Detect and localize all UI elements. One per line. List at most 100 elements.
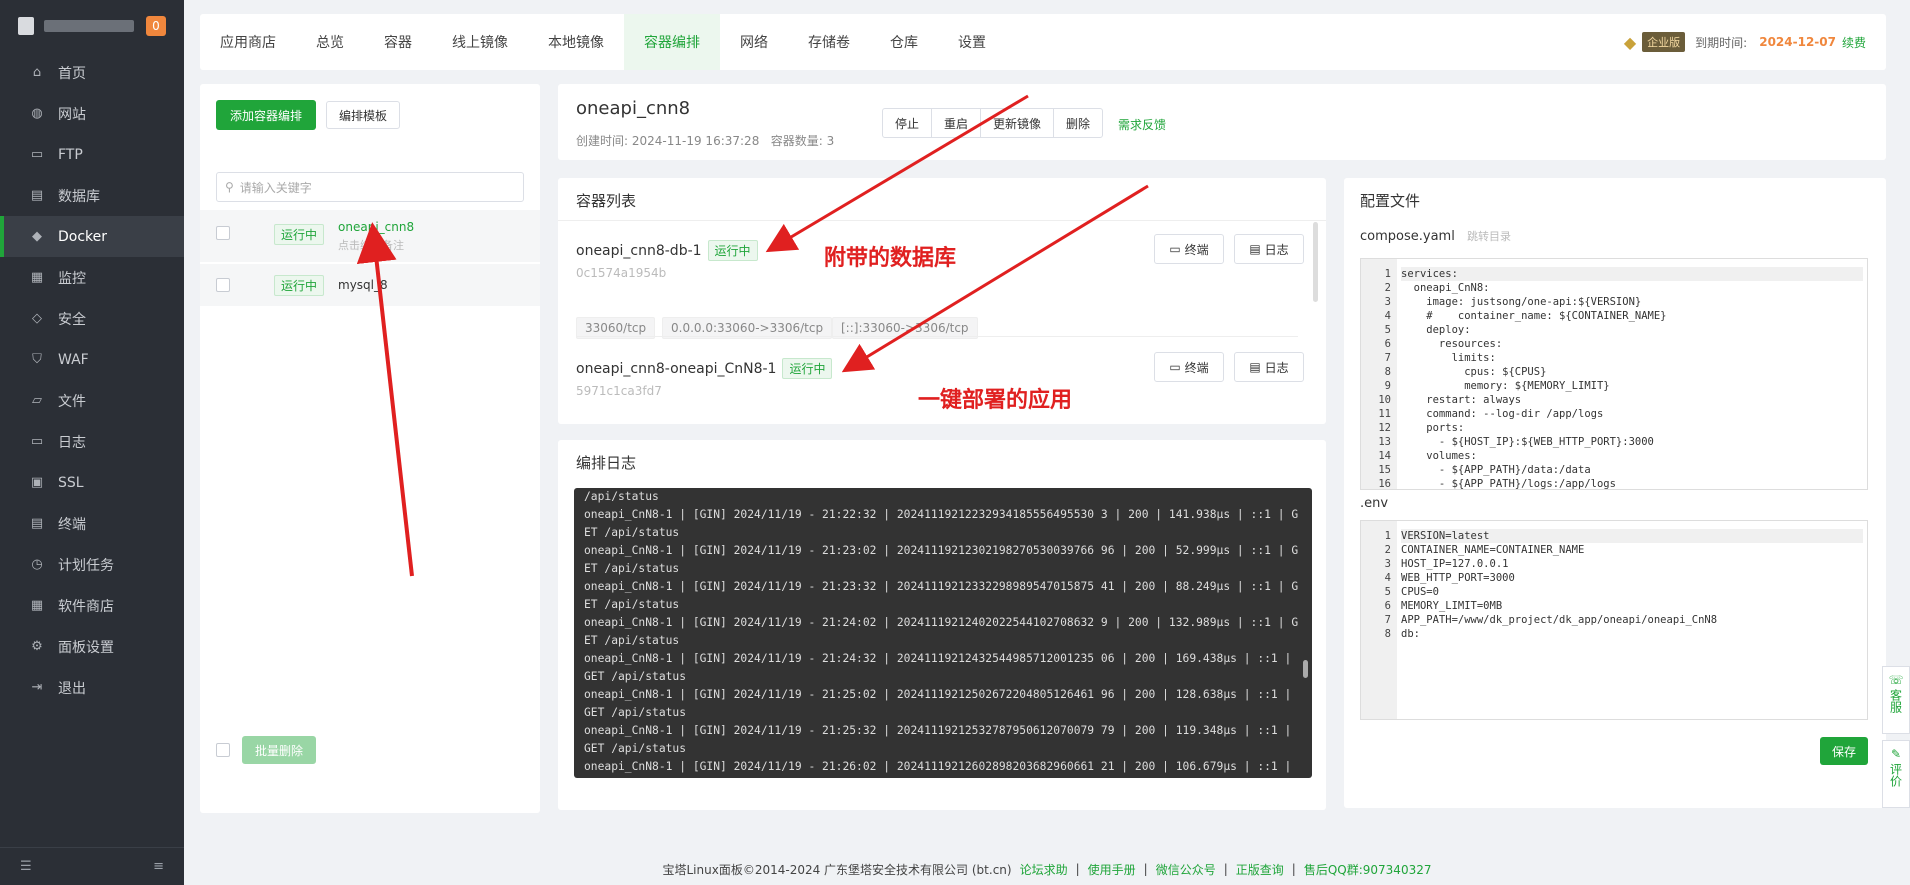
container-list-title: 容器列表 (576, 192, 637, 210)
sidebar-item-label: Docker (58, 228, 108, 245)
sidebar-item-3[interactable]: ▤ 数据库 (0, 175, 184, 216)
log-line: /api/status (584, 490, 659, 503)
sidebar-item-7[interactable]: ⛉ WAF (0, 339, 184, 380)
update-image-button[interactable]: 更新镜像 (980, 108, 1054, 138)
add-stack-button[interactable]: 添加容器编排 (216, 100, 316, 130)
stack-checkbox[interactable] (216, 226, 230, 240)
config-panel: 配置文件 compose.yaml 跳转目录 1 2 3 4 5 6 7 8 9 10 11 12 13… (1344, 178, 1886, 808)
log-output[interactable]: /api/status oneapi_CnN8-1 | [GIN] 2024/11… (574, 488, 1312, 778)
tab-4[interactable]: 本地镜像 (528, 14, 624, 70)
stack-name[interactable]: oneapi_cnn8 (338, 220, 414, 234)
sidebar-item-label: 监控 (58, 270, 86, 287)
code-line: image: justsong/one-api:${VERSION} (1401, 296, 1642, 308)
footer-link-manual[interactable]: 使用手册 (1088, 861, 1136, 878)
collapse-icon[interactable]: ☰ (20, 859, 32, 874)
stack-row[interactable]: 运行中 mysql_8 (200, 264, 540, 306)
log-icon: ▤ (1249, 360, 1261, 374)
template-button[interactable]: 编排模板 (326, 101, 400, 129)
tab-3[interactable]: 线上镜像 (432, 14, 528, 70)
sidebar-item-label: 计划任务 (58, 557, 114, 574)
tab-1[interactable]: 总览 (296, 14, 364, 70)
tab-0[interactable]: 应用商店 (200, 14, 296, 70)
footer-link-forum[interactable]: 论坛求助 (1020, 861, 1068, 878)
menu-icon: ▤ (30, 188, 44, 203)
env-editor[interactable]: 12345678 VERSION=latest CONTAINER_NAME=CO… (1360, 520, 1868, 720)
sidebar-item-8[interactable]: ▱ 文件 (0, 380, 184, 421)
review-button[interactable]: ✎ 评价 (1882, 740, 1910, 808)
copyright: 宝塔Linux面板©2014-2024 广东堡塔安全技术有限公司 (bt.cn) (662, 862, 1012, 877)
terminal-button[interactable]: ▭ 终端 (1154, 234, 1224, 264)
search-icon: ⚲ (225, 180, 234, 194)
save-button[interactable]: 保存 (1820, 737, 1868, 765)
menu-settings-icon[interactable]: ≡ (153, 859, 164, 874)
customer-service-button[interactable]: ☏ 客服 (1882, 666, 1910, 734)
tab-2[interactable]: 容器 (364, 14, 432, 70)
sidebar-item-15[interactable]: ⇥ 退出 (0, 667, 184, 708)
sidebar-item-10[interactable]: ▣ SSL (0, 462, 184, 503)
stack-list-panel: 添加容器编排 编排模板 ⚲ 请输入关键字 运行中 oneapi_cnn8 点击编… (200, 84, 540, 813)
menu-icon: ⌂ (32, 65, 42, 80)
annotation-db: 附带的数据库 (824, 246, 957, 271)
sidebar-item-6[interactable]: ◇ 安全 (0, 298, 184, 339)
sidebar-item-11[interactable]: ▤ 终端 (0, 503, 184, 544)
sidebar: 0 ⌂ 首页 ◍ 网站 ▭ FTP ▤ 数据库 ◆ Docker ▦ 监控 ◇ 安全 ⛉ WAF ▱ 文件 ▭ 日志 ▣… (0, 0, 184, 885)
compose-dir-link[interactable]: 跳转目录 (1467, 230, 1511, 243)
annotation-app: 一键部署的应用 (918, 388, 1073, 413)
stack-note[interactable]: 点击编辑备注 (338, 237, 414, 253)
headset-icon: ☏ (1888, 673, 1904, 687)
footer-qq[interactable]: 售后QQ群:907340327 (1304, 861, 1432, 878)
menu-icon: ◇ (32, 311, 42, 326)
tab-7[interactable]: 存储卷 (788, 14, 870, 70)
batch-delete-button[interactable]: 批量删除 (242, 736, 316, 764)
menu-icon: ◍ (31, 106, 43, 121)
renew-link[interactable]: 续费 (1842, 34, 1866, 51)
stop-button[interactable]: 停止 (882, 108, 932, 138)
delete-button[interactable]: 删除 (1053, 108, 1103, 138)
compose-editor[interactable]: 1 2 3 4 5 6 7 8 9 10 11 12 13 14 15 16 services: oneapi… (1360, 258, 1868, 490)
code-line: limits: (1401, 352, 1496, 364)
search-input[interactable]: ⚲ 请输入关键字 (216, 172, 524, 202)
container-list-scrollbar[interactable] (1313, 222, 1318, 302)
code-line: CONTAINER_NAME=CONTAINER_NAME (1401, 544, 1585, 556)
sidebar-item-label: FTP (58, 146, 83, 163)
menu-icon: ⚙ (31, 639, 43, 654)
sidebar-item-0[interactable]: ⌂ 首页 (0, 52, 184, 93)
sidebar-item-12[interactable]: ◷ 计划任务 (0, 544, 184, 585)
footer-link-verify[interactable]: 正版查询 (1236, 861, 1284, 878)
log-line: oneapi_CnN8-1 | [GIN] 2024/11/19 - 21:22… (584, 508, 1299, 539)
menu-icon: ▱ (32, 393, 42, 408)
sidebar-item-9[interactable]: ▭ 日志 (0, 421, 184, 462)
select-all-checkbox[interactable] (216, 743, 230, 757)
stack-title: oneapi_cnn8 (576, 98, 691, 119)
log-scrollbar[interactable] (1303, 660, 1308, 678)
sidebar-item-label: SSL (58, 474, 84, 491)
code-line: HOST_IP=127.0.0.1 (1401, 558, 1509, 570)
sidebar-item-5[interactable]: ▦ 监控 (0, 257, 184, 298)
tab-8[interactable]: 仓库 (870, 14, 938, 70)
log-button[interactable]: ▤ 日志 (1234, 352, 1304, 382)
expire-label: 到期时间: (1695, 35, 1748, 50)
tab-5[interactable]: 容器编排 (624, 14, 720, 70)
sidebar-item-14[interactable]: ⚙ 面板设置 (0, 626, 184, 667)
code-line: - ${APP_PATH}/logs:/app/logs (1401, 478, 1616, 490)
sidebar-item-4[interactable]: ◆ Docker (0, 216, 184, 257)
sidebar-item-label: 日志 (58, 434, 86, 451)
tab-9[interactable]: 设置 (938, 14, 1006, 70)
menu-icon: ▭ (30, 147, 44, 162)
footer: 宝塔Linux面板©2014-2024 广东堡塔安全技术有限公司 (bt.cn)… (184, 853, 1910, 885)
terminal-button[interactable]: ▭ 终端 (1154, 352, 1224, 382)
restart-button[interactable]: 重启 (931, 108, 981, 138)
code-line: deploy: (1401, 324, 1471, 336)
sidebar-item-2[interactable]: ▭ FTP (0, 134, 184, 175)
feedback-link[interactable]: 需求反馈 (1118, 116, 1166, 133)
stack-name[interactable]: mysql_8 (338, 278, 388, 292)
log-line: oneapi_CnN8-1 | [GIN] 2024/11/19 - 21:24… (584, 616, 1299, 647)
stack-checkbox[interactable] (216, 278, 230, 292)
sidebar-item-1[interactable]: ◍ 网站 (0, 93, 184, 134)
notification-badge[interactable]: 0 (146, 16, 166, 36)
log-button[interactable]: ▤ 日志 (1234, 234, 1304, 264)
tab-6[interactable]: 网络 (720, 14, 788, 70)
sidebar-item-13[interactable]: ▦ 软件商店 (0, 585, 184, 626)
stack-row[interactable]: 运行中 oneapi_cnn8 点击编辑备注 (200, 210, 540, 262)
footer-link-wechat[interactable]: 微信公众号 (1156, 861, 1216, 878)
